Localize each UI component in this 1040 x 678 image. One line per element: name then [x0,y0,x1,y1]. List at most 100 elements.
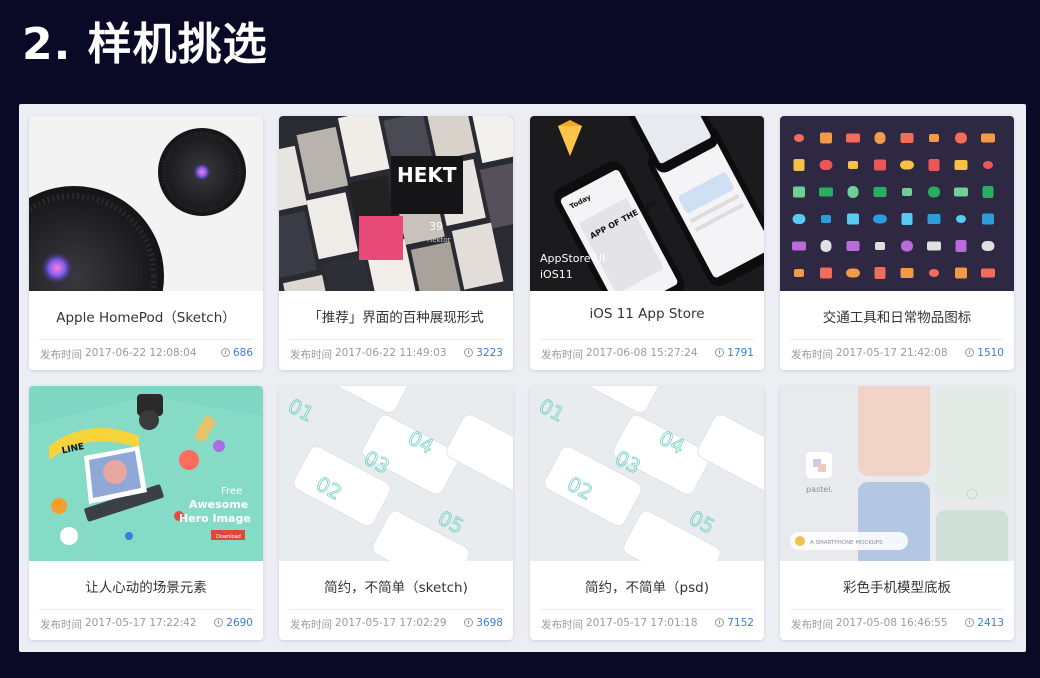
divider [540,609,754,610]
card-hektor[interactable]: HEKT 39 Hektor 「推荐」界面的百种展现形式 发布时间 2017-0… [279,116,513,370]
card-meta: 发布时间 2017-05-17 21:42:08 1510 [791,347,1004,361]
tile-icon [846,133,860,143]
thumb-minimal-phones[interactable]: 01 03 04 02 05 [530,386,764,561]
tile-icon [846,268,860,278]
card-title[interactable]: iOS 11 App Store [530,306,764,322]
divider [289,609,503,610]
tile-icon [874,267,886,279]
tile-icon [982,186,994,198]
tile-icon [927,241,941,251]
tile-icon [821,215,831,223]
publish-date: 2017-05-17 21:42:08 [836,347,948,359]
card-title[interactable]: 让人心动的场景元素 [29,576,263,596]
svg-text:Hektor: Hektor [427,236,451,244]
download-count[interactable]: 3698 [464,617,503,629]
card-pastel-phones[interactable]: pastel. A SMARTPHONE MOCKUPS 彩色手机模型底板 发布… [780,386,1014,640]
tile-icon [792,214,806,224]
publish-date: 2017-06-08 15:27:24 [586,347,698,359]
card-ios11-appstore[interactable]: Today APP OF THE DAY AppStore UI iOS11 i… [530,116,764,370]
card-meta: 发布时间 2017-06-22 12:08:04 686 [40,347,253,361]
svg-text:A SMARTPHONE MOCKUPS: A SMARTPHONE MOCKUPS [810,540,883,546]
card-title[interactable]: Apple HomePod（Sketch） [29,306,263,326]
card-transport-icons[interactable]: 交通工具和日常物品图标 发布时间 2017-05-17 21:42:08 151… [780,116,1014,370]
tile-icon [901,240,913,252]
download-count[interactable]: 1791 [715,347,754,359]
tile-icon [900,133,914,143]
publish-date: 2017-05-17 17:22:42 [85,617,197,629]
tile-icon [901,213,913,225]
tile-icon [955,267,967,279]
download-count[interactable]: 2690 [214,617,253,629]
svg-text:pastel.: pastel. [806,485,833,494]
divider [790,339,1004,340]
thumb-pastel-mockup[interactable]: pastel. A SMARTPHONE MOCKUPS [780,386,1014,561]
card-hero-scene[interactable]: LINE Free Awesome Hero Image Download 让人… [29,386,263,640]
svg-text:Free: Free [221,486,242,497]
card-minimal-sketch[interactable]: 01 03 04 02 05 简约，不简单（sketch) 发布时间 2017-… [279,386,513,640]
download-count[interactable]: 1510 [965,347,1004,359]
tile-icon [981,133,995,143]
card-title[interactable]: 「推荐」界面的百种展现形式 [279,306,513,326]
tile-icon [873,214,887,224]
thumb-ios11[interactable]: Today APP OF THE DAY AppStore UI iOS11 [530,116,764,291]
tile-icon [927,214,941,224]
tile-icon [929,134,939,142]
tile-icon [929,269,939,277]
tile-icon [847,186,859,198]
divider [289,339,503,340]
card-meta: 发布时间 2017-05-17 17:22:42 2690 [40,617,253,631]
download-count[interactable]: 3223 [464,347,503,359]
tile-icon [983,161,993,169]
publish-date: 2017-06-22 11:49:03 [335,347,447,359]
tile-icon [793,159,805,171]
thumb-icon-set[interactable] [780,116,1014,291]
card-title[interactable]: 简约，不简单（psd) [530,576,764,596]
tile-icon [874,159,886,171]
tile-icon [900,268,914,278]
date-label: 发布时间 [541,349,583,361]
date-label: 发布时间 [40,349,82,361]
publish-date: 2017-05-08 16:46:55 [836,617,948,629]
card-title[interactable]: 交通工具和日常物品图标 [780,306,1014,326]
download-icon [464,618,474,627]
mockup-grid-panel: Apple HomePod（Sketch） 发布时间 2017-06-22 12… [19,104,1026,652]
tile-icon [902,188,912,196]
tile-icon [874,132,886,144]
tile-icon [981,241,995,251]
download-icon [220,348,230,357]
divider [540,339,754,340]
download-count[interactable]: 2413 [965,617,1004,629]
card-title[interactable]: 彩色手机模型底板 [780,576,1014,596]
card-minimal-psd[interactable]: 01 03 04 02 05 简约，不简单（psd) 发布时间 2017-05-… [530,386,764,640]
date-label: 发布时间 [541,619,583,631]
publish-date: 2017-05-17 17:02:29 [335,617,447,629]
card-title[interactable]: 简约，不简单（sketch) [279,576,513,596]
download-icon [715,348,725,357]
svg-text:AppStore UI: AppStore UI [540,252,605,265]
tile-icon [819,160,833,170]
date-label: 发布时间 [40,619,82,631]
tile-icon [955,240,967,252]
tile-icon [820,240,832,252]
tile-icon [848,161,858,169]
download-count[interactable]: 686 [220,347,253,359]
tile-icon [928,186,940,198]
svg-text:HEKT: HEKT [397,163,457,187]
card-homepod[interactable]: Apple HomePod（Sketch） 发布时间 2017-06-22 12… [29,116,263,370]
thumb-hektor[interactable]: HEKT 39 Hektor [279,116,513,291]
tile-icon [955,132,967,144]
tile-icon [954,187,968,197]
thumb-minimal-phones[interactable]: 01 03 04 02 05 [279,386,513,561]
svg-text:iOS11: iOS11 [540,268,573,281]
thumb-hero-image[interactable]: LINE Free Awesome Hero Image Download [29,386,263,561]
download-count[interactable]: 7152 [715,617,754,629]
thumb-homepod[interactable] [29,116,263,291]
card-meta: 发布时间 2017-05-17 17:01:18 7152 [541,617,754,631]
tile-icon [793,186,805,198]
download-icon [464,348,474,357]
card-meta: 发布时间 2017-06-22 11:49:03 3223 [290,347,503,361]
publish-date: 2017-06-22 12:08:04 [85,347,197,359]
divider [39,609,253,610]
slide-title: 2. 样机挑选 [22,19,268,70]
date-label: 发布时间 [791,619,833,631]
